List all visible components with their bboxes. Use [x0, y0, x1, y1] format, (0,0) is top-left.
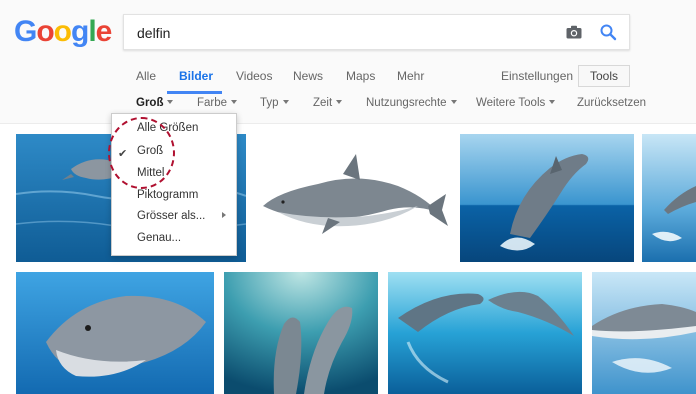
- dolphin-photo: [642, 134, 696, 262]
- filter-label: Farbe: [197, 97, 228, 109]
- filter-label: Zeit: [313, 97, 333, 109]
- tab-news[interactable]: News: [293, 69, 323, 83]
- logo-letter: l: [88, 15, 96, 48]
- dolphin-photo: [224, 272, 378, 394]
- filter-type[interactable]: Typ: [260, 97, 289, 109]
- settings-link[interactable]: Einstellungen: [501, 69, 573, 83]
- logo-letter: G: [14, 15, 37, 48]
- filter-usage-rights[interactable]: Nutzungsrechte: [366, 97, 457, 109]
- logo-letter: o: [36, 15, 54, 48]
- menu-item-icon-size[interactable]: Piktogramm: [137, 189, 198, 201]
- dolphin-photo: [460, 134, 634, 262]
- camera-icon[interactable]: [566, 25, 582, 39]
- search-icon[interactable]: [599, 23, 617, 41]
- header: Google delfin Alle Bilder Videos News Ma…: [0, 0, 696, 124]
- filter-more-tools[interactable]: Weitere Tools: [476, 97, 556, 109]
- filter-size[interactable]: Groß: [136, 97, 174, 109]
- image-result[interactable]: [642, 134, 696, 262]
- image-result[interactable]: [248, 134, 452, 262]
- filter-label: Groß: [136, 97, 164, 109]
- filter-color[interactable]: Farbe: [197, 97, 238, 109]
- image-result[interactable]: [16, 272, 214, 394]
- image-result[interactable]: [460, 134, 634, 262]
- menu-item-exact[interactable]: Genau...: [137, 232, 181, 244]
- search-box[interactable]: delfin: [123, 14, 630, 50]
- chevron-down-icon: [549, 100, 556, 104]
- logo-letter: g: [71, 15, 89, 48]
- menu-item-medium[interactable]: Mittel: [137, 167, 164, 179]
- dolphin-illustration: [263, 154, 448, 234]
- chevron-down-icon: [450, 100, 457, 104]
- logo-letter: e: [95, 15, 113, 48]
- logo-letter: o: [53, 15, 72, 48]
- tool-filters: Groß Farbe Typ Zeit Nutzungsrechte Weite…: [0, 95, 696, 113]
- google-logo[interactable]: Google: [14, 15, 113, 49]
- checkmark-icon: ✔: [118, 148, 128, 160]
- reset-link[interactable]: Zurücksetzen: [577, 97, 646, 109]
- tab-videos[interactable]: Videos: [236, 69, 272, 83]
- filter-time[interactable]: Zeit: [313, 97, 343, 109]
- filter-label: Weitere Tools: [476, 97, 546, 109]
- image-result[interactable]: [388, 272, 582, 394]
- menu-item-all-sizes[interactable]: Alle Größen: [137, 122, 198, 134]
- active-tab-indicator: [167, 91, 222, 94]
- dolphin-photo: [592, 272, 696, 394]
- search-input[interactable]: delfin: [137, 25, 170, 41]
- tab-mehr[interactable]: Mehr: [397, 69, 424, 83]
- tab-alle[interactable]: Alle: [136, 69, 156, 83]
- chevron-right-icon: [222, 212, 226, 218]
- tools-button[interactable]: Tools: [578, 65, 630, 87]
- tab-bilder[interactable]: Bilder: [179, 69, 213, 83]
- chevron-down-icon: [231, 100, 238, 104]
- dolphin-photo: [388, 272, 582, 394]
- chevron-down-icon: [336, 100, 343, 104]
- filter-label: Typ: [260, 97, 279, 109]
- image-result[interactable]: [224, 272, 378, 394]
- tab-maps[interactable]: Maps: [346, 69, 375, 83]
- filter-label: Nutzungsrechte: [366, 97, 447, 109]
- menu-item-larger-than[interactable]: Grösser als...: [137, 210, 205, 222]
- dolphin-photo: [16, 272, 214, 394]
- chevron-down-icon: [167, 100, 174, 104]
- chevron-down-icon: [282, 100, 289, 104]
- menu-item-large[interactable]: Groß: [137, 145, 163, 157]
- image-result[interactable]: [592, 272, 696, 394]
- size-dropdown-menu: Alle Größen ✔ Groß Mittel Piktogramm Grö…: [111, 113, 237, 256]
